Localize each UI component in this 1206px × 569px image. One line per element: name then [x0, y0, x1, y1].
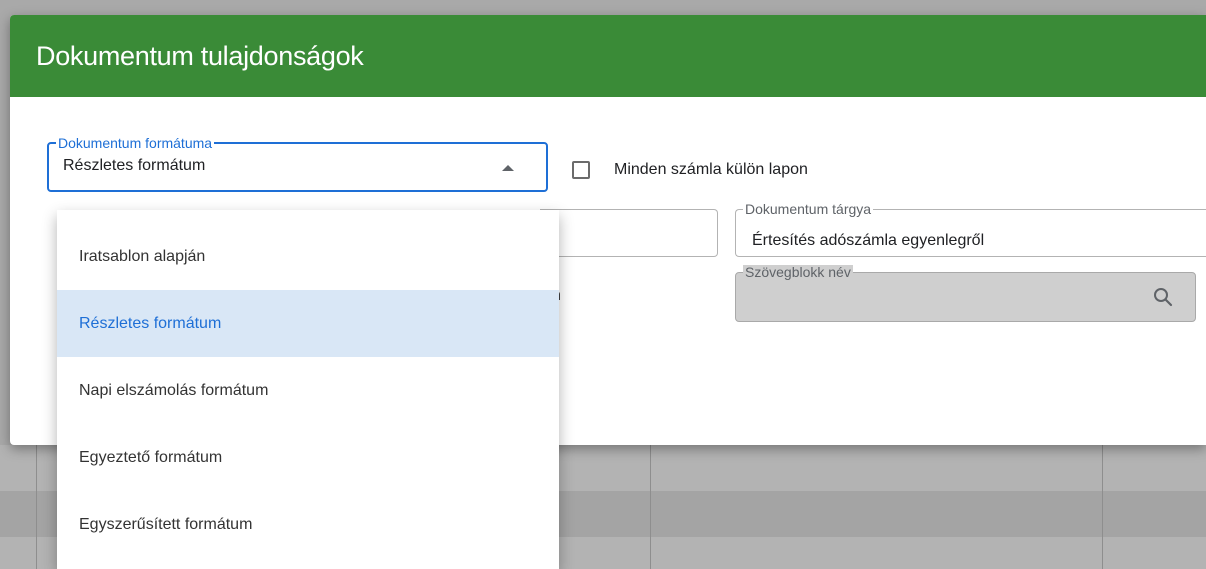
dropdown-option-daily-settlement[interactable]: Napi elszámolás formátum [57, 357, 559, 424]
dropdown-option-reconciliation[interactable]: Egyeztető formátum [57, 424, 559, 491]
separate-pages-label: Minden számla külön lapon [614, 161, 808, 178]
separate-pages-checkbox[interactable] [572, 161, 590, 179]
dropdown-option-template[interactable]: Iratsablon alapján [57, 223, 559, 290]
background-table-divider [36, 445, 37, 569]
separate-pages-option[interactable]: Minden számla külön lapon [572, 158, 808, 182]
document-format-dropdown-menu: Iratsablon alapján Részletes formátum Na… [57, 210, 559, 569]
caret-up-icon[interactable] [502, 165, 514, 171]
document-subject-field[interactable]: Dokumentum tárgya Értesítés adószámla eg… [735, 202, 1206, 257]
document-format-select[interactable]: Dokumentum formátuma Részletes formátum [47, 136, 548, 192]
document-format-value: Részletes formátum [63, 157, 206, 174]
document-format-label: Dokumentum formátuma [56, 135, 215, 151]
hidden-text-field[interactable] [540, 209, 718, 257]
dropdown-option-simplified[interactable]: Egyszerűsített formátum [57, 491, 559, 558]
text-block-name-label: Szövegblokk név [743, 264, 853, 280]
background-table-divider [1102, 445, 1103, 569]
dialog-title: Dokumentum tulajdonságok [10, 15, 1206, 97]
document-subject-label: Dokumentum tárgya [743, 201, 874, 217]
text-block-name-field: Szövegblokk név [735, 265, 1196, 322]
dropdown-option-detailed[interactable]: Részletes formátum [57, 290, 559, 357]
search-icon [1154, 288, 1173, 307]
background-table-divider [650, 445, 651, 569]
document-subject-value: Értesítés adószámla egyenlegről [752, 232, 985, 249]
